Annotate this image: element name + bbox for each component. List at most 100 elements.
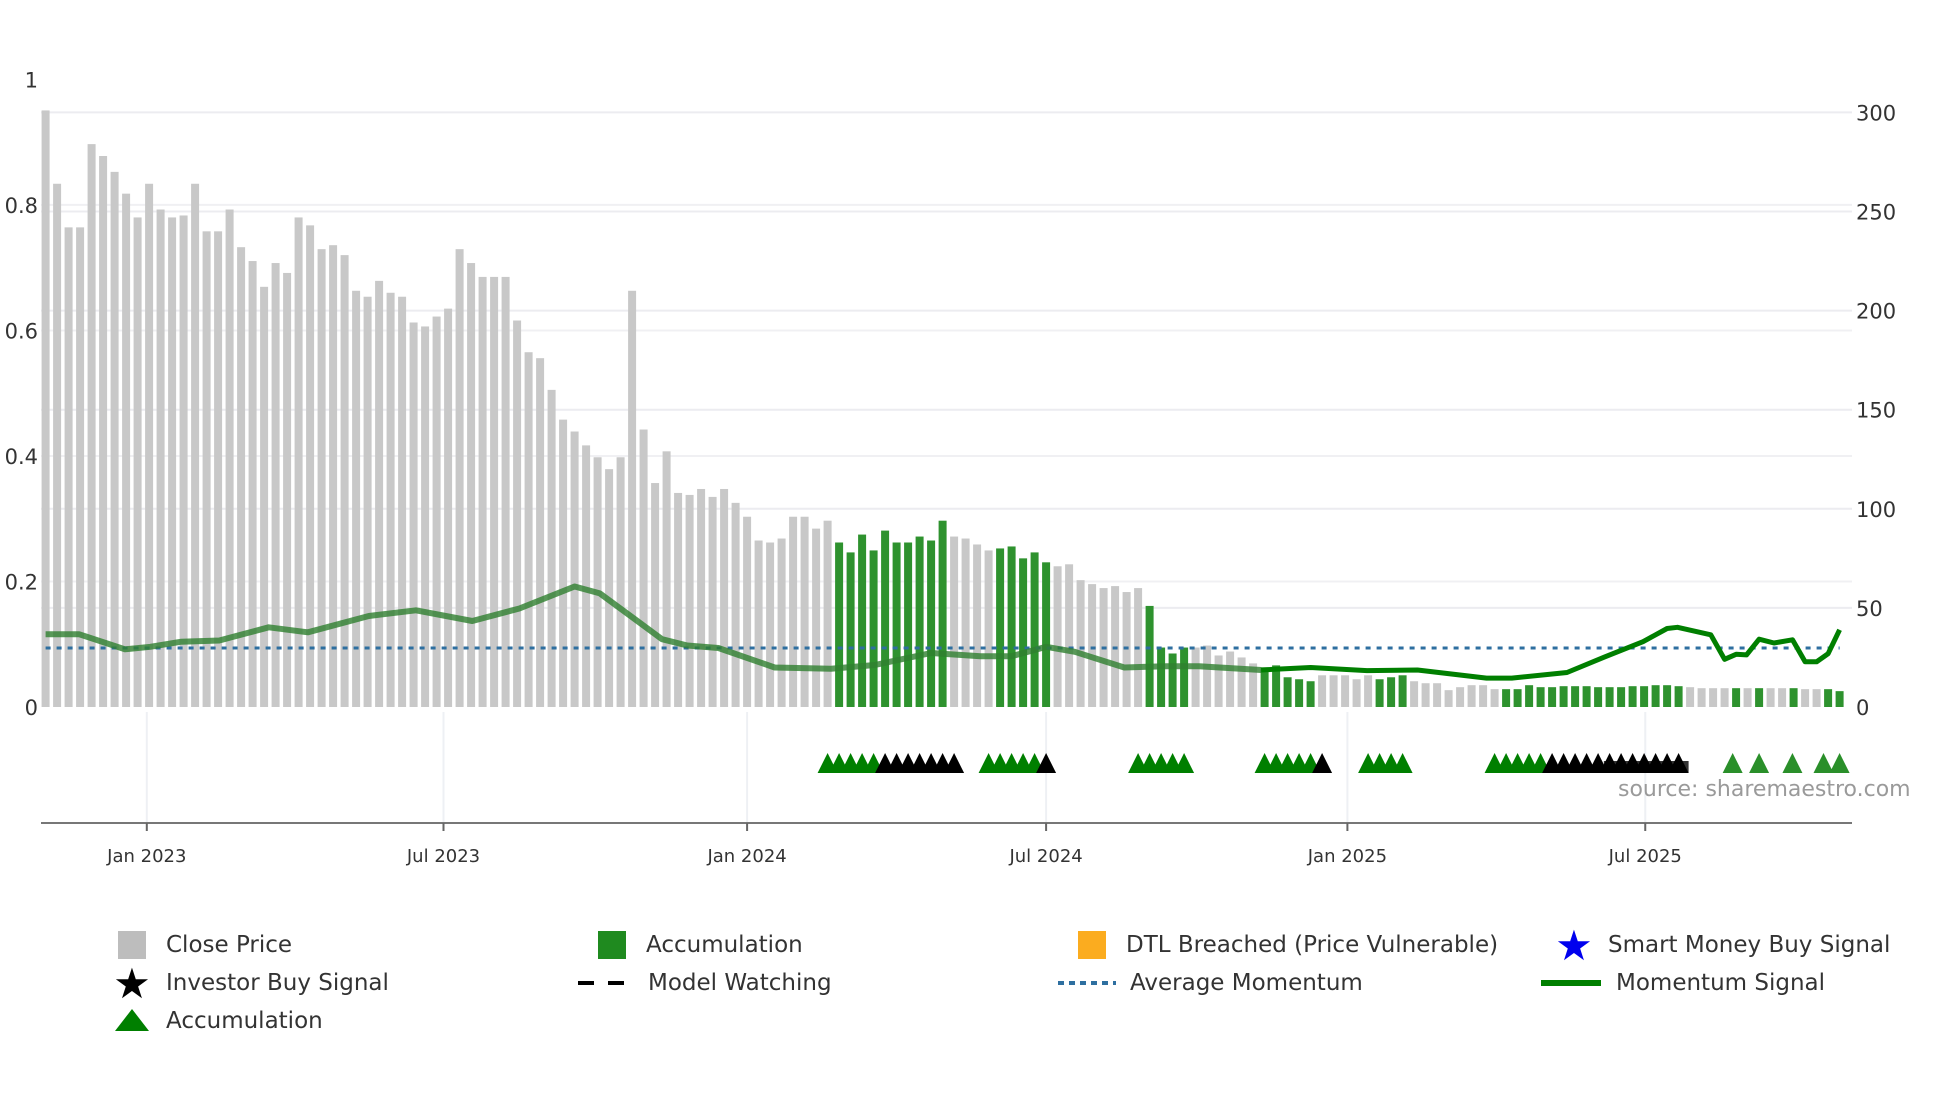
close-price-bar [1329,675,1338,707]
accumulation-marker [1749,753,1770,773]
accumulation-marker [1829,753,1850,773]
close-price-bar [766,542,775,707]
close-price-bar [1214,655,1223,707]
close-price-bar [271,263,280,707]
close-price-bar [1410,681,1419,707]
close-price-bar [1766,688,1775,707]
accumulation-bar [1594,687,1603,707]
green-square-icon [592,930,632,960]
dotted-line-icon [1058,968,1116,998]
accumulation-bar [904,542,913,707]
accumulation-bar [1306,681,1315,707]
close-price-bar [1801,689,1810,707]
blue-star-icon: ★ [1555,920,1593,970]
close-price-bar [467,263,476,707]
accumulation-bar [1755,688,1764,707]
accumulation-bar [1007,546,1016,707]
close-price-bar [179,215,188,708]
close-price-bar [156,209,165,707]
accumulation-bar [1536,687,1545,707]
x-tick-label: Jul 2025 [1608,846,1682,867]
close-price-bar [754,540,763,707]
accumulation-marker [1813,753,1834,773]
accumulation-bar [1157,647,1166,707]
legend-label: Accumulation [646,932,803,958]
left-tick-label: 0.8 [5,194,38,218]
accumulation-bar [1571,686,1580,707]
accumulation-bar [1295,679,1304,707]
close-price-bar [708,496,717,707]
right-tick-label: 300 [1856,101,1896,125]
close-price-bar [1364,675,1373,707]
close-price-bar [777,538,786,707]
close-price-bar [1318,675,1327,707]
close-price-bar [329,245,338,707]
x-tick-label: Jul 2024 [1008,846,1082,867]
accumulation-bar [996,548,1005,707]
close-price-bar [490,276,499,707]
accumulation-bar [858,534,867,707]
x-tick-label: Jan 2024 [706,846,786,867]
accumulation-bar [1145,605,1154,707]
close-price-bar [1352,679,1361,707]
legend-label: Investor Buy Signal [166,970,389,996]
accumulation-bar [1674,686,1683,707]
close-price-bar [202,231,211,707]
close-price-bar [1467,685,1476,707]
close-price-bar [973,544,982,707]
accumulation-bar [1582,686,1591,707]
close-price-bar [87,144,96,707]
close-price-bar [582,445,591,707]
close-price-bar [823,520,832,707]
green-triangle-icon [112,1006,152,1036]
left-tick-label: 0.4 [5,445,38,469]
close-price-bar [720,488,729,707]
close-price-bar [398,296,407,707]
accumulation-bar [892,542,901,707]
close-price-bar [191,183,200,707]
legend-momentum-signal: Momentum Signal [1540,968,1825,998]
black-star-icon: ★ [113,958,151,1008]
close-price-bar [1433,683,1442,707]
close-price-bar [1456,687,1465,707]
accumulation-bar [1617,687,1626,707]
left-tick-label: 0.6 [5,319,38,343]
orange-square-icon [1072,930,1112,960]
close-price-bar [1490,689,1499,707]
legend-label: DTL Breached (Price Vulnerable) [1126,932,1499,958]
accumulation-bar [1375,679,1384,707]
legend-label: Model Watching [648,970,832,996]
close-price-bar [478,276,487,707]
close-price-bar [1237,657,1246,707]
close-price-bar [1421,683,1430,707]
close-price-bar [283,272,292,707]
accumulation-bar [1651,685,1660,707]
close-price-bar [605,469,614,707]
accumulation-bar [881,530,890,707]
source-label: source: sharemaestro.com [1618,777,1911,802]
close-price-bar [421,326,430,707]
close-price-bar [1778,688,1787,707]
x-tick-label: Jul 2023 [406,846,480,867]
gray-square-icon [112,930,152,960]
accumulation-bar [1398,675,1407,707]
close-price-bar [950,536,959,707]
accumulation-bar [1387,677,1396,707]
close-price-bar [340,255,349,707]
accumulation-bar [1180,647,1189,707]
accumulation-marker [1782,753,1803,773]
right-tick-label: 250 [1856,201,1896,225]
close-price-bar [1686,687,1695,707]
close-price-bar [248,261,257,707]
x-tick-label: Jan 2025 [1307,846,1387,867]
right-tick-label: 50 [1856,597,1883,621]
close-price-bar [145,183,154,707]
left-tick-label: 1 [25,68,38,92]
accumulation-bar [1042,562,1051,707]
close-price-bar [536,358,545,707]
close-price-bar [110,171,119,708]
accumulation-bar [1835,691,1844,707]
close-price-bar [1076,580,1085,707]
close-price-bar [53,183,62,707]
close-price-bar [1341,675,1350,707]
